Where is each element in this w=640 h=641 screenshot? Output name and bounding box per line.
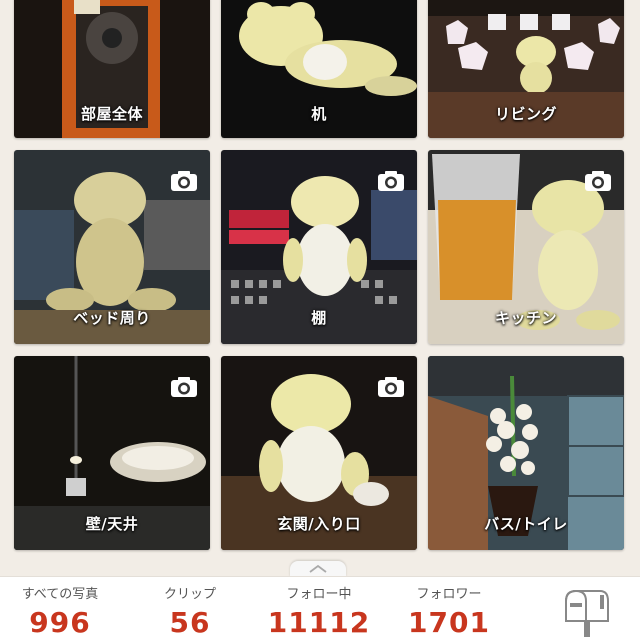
camera-icon: [171, 377, 197, 397]
room-tile-shelf[interactable]: 棚: [221, 150, 417, 344]
stat-value: 11112: [267, 606, 371, 639]
room-label: 壁/天井: [85, 515, 139, 533]
room-label: ベッド周り: [73, 309, 151, 327]
mailbox-icon[interactable]: [560, 587, 612, 637]
room-label: 玄関/入り口: [277, 515, 361, 533]
camera-icon: [378, 377, 404, 397]
stat-label: フォロワー: [416, 587, 482, 602]
stat-following[interactable]: フォロー中 11112: [266, 583, 372, 639]
room-tile-whole-room[interactable]: 部屋全体: [14, 0, 210, 138]
camera-icon: [585, 171, 611, 191]
stat-clips[interactable]: クリップ 56: [142, 583, 238, 639]
room-label: 棚: [311, 309, 327, 327]
room-label: リビング: [494, 105, 557, 123]
room-label: 机: [311, 105, 327, 123]
room-tile-living[interactable]: リビング: [428, 0, 624, 138]
pull-up-handle[interactable]: [290, 561, 346, 577]
room-tile-wall-ceiling[interactable]: 壁/天井: [14, 356, 210, 550]
camera-icon: [171, 171, 197, 191]
stat-value: 996: [29, 606, 91, 639]
room-tile-bedside[interactable]: ベッド周り: [14, 150, 210, 344]
camera-icon: [378, 171, 404, 191]
stat-followers[interactable]: フォロワー 1701: [396, 583, 502, 639]
room-tile-desk[interactable]: 机: [221, 0, 417, 138]
stat-label: クリップ: [163, 587, 216, 602]
profile-stats-bar: すべての写真 996 クリップ 56 フォロー中 11112 フォロワー 170…: [0, 576, 640, 641]
room-label: キッチン: [494, 309, 557, 327]
room-tile-kitchen[interactable]: キッチン: [428, 150, 624, 344]
stat-label: すべての写真: [21, 587, 99, 602]
stat-value: 56: [169, 606, 211, 639]
room-tile-entrance[interactable]: 玄関/入り口: [221, 356, 417, 550]
stat-label: フォロー中: [286, 587, 352, 602]
room-label: バス/トイレ: [484, 515, 568, 533]
chevron-up-icon: [309, 564, 327, 573]
room-label: 部屋全体: [80, 105, 143, 123]
stat-all-photos[interactable]: すべての写真 996: [12, 583, 108, 639]
room-tile-bath-toilet[interactable]: バス/トイレ: [428, 356, 624, 550]
room-photo-grid: 部屋全体 机 リビング ベッド周り 棚 キッチン 壁/天井 玄関/入り口 バス/…: [0, 0, 640, 565]
stat-value: 1701: [408, 606, 490, 639]
